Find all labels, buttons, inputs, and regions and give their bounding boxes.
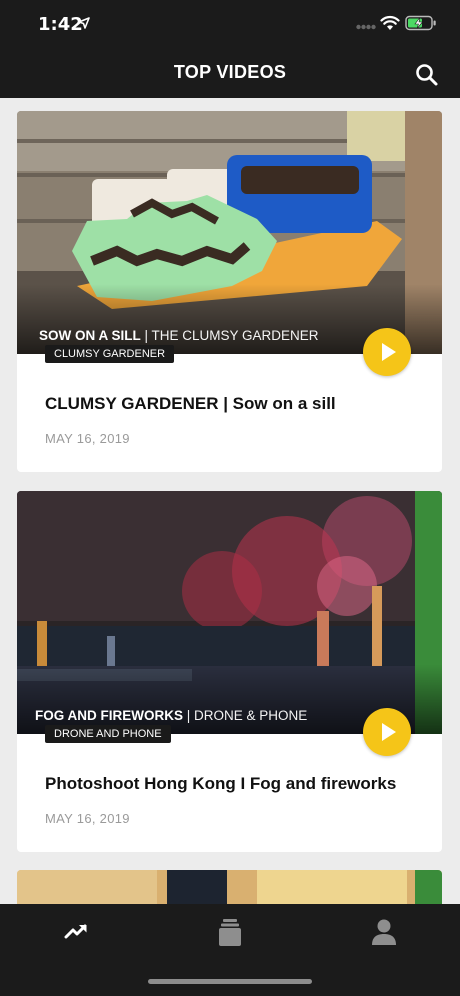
play-button[interactable]	[363, 708, 411, 756]
video-card[interactable]: SOW ON A SILL | THE CLUMSY GARDENER CLUM…	[17, 111, 442, 472]
library-stack-icon	[219, 919, 241, 946]
caption-series: | THE CLUMSY GARDENER	[140, 328, 319, 343]
caption-show: FOG AND FIREWORKS	[35, 708, 183, 723]
status-bar: 1:42	[0, 0, 460, 48]
tab-profile[interactable]	[364, 918, 404, 954]
video-caption: SOW ON A SILL | THE CLUMSY GARDENER	[39, 328, 319, 343]
video-thumbnail[interactable]	[17, 491, 442, 734]
video-thumbnail[interactable]	[17, 111, 442, 354]
caption-show: SOW ON A SILL	[39, 328, 141, 343]
video-date: MAY 16, 2019	[45, 431, 130, 446]
cellular-signal-icon	[356, 24, 376, 30]
video-feed[interactable]: SOW ON A SILL | THE CLUMSY GARDENER CLUM…	[0, 98, 460, 904]
tab-library[interactable]	[210, 918, 250, 954]
channel-tag[interactable]: DRONE AND PHONE	[45, 725, 171, 743]
video-caption: FOG AND FIREWORKS | DRONE & PHONE	[35, 708, 307, 723]
wifi-icon	[380, 15, 400, 30]
play-button[interactable]	[363, 328, 411, 376]
channel-tag[interactable]: CLUMSY GARDENER	[45, 345, 175, 363]
page-title: TOP VIDEOS	[173, 62, 287, 82]
search-icon[interactable]	[414, 62, 440, 88]
caption-series: | DRONE & PHONE	[183, 708, 308, 723]
home-indicator[interactable]	[148, 979, 312, 984]
video-thumbnail[interactable]	[17, 870, 442, 904]
video-card[interactable]	[17, 870, 442, 904]
trending-icon	[64, 924, 87, 939]
location-arrow-icon	[78, 17, 90, 29]
app-header: TOP VIDEOS	[0, 48, 460, 98]
status-time: 1:42	[38, 14, 83, 35]
video-title[interactable]: CLUMSY GARDENER | Sow on a sill	[45, 394, 336, 414]
video-title[interactable]: Photoshoot Hong Kong I Fog and fireworks	[45, 774, 396, 794]
video-card[interactable]: FOG AND FIREWORKS | DRONE & PHONE DRONE …	[17, 491, 442, 852]
video-date: MAY 16, 2019	[45, 811, 130, 826]
profile-icon	[372, 919, 396, 945]
tab-trending[interactable]	[57, 918, 97, 954]
battery-charging-icon	[405, 15, 436, 31]
